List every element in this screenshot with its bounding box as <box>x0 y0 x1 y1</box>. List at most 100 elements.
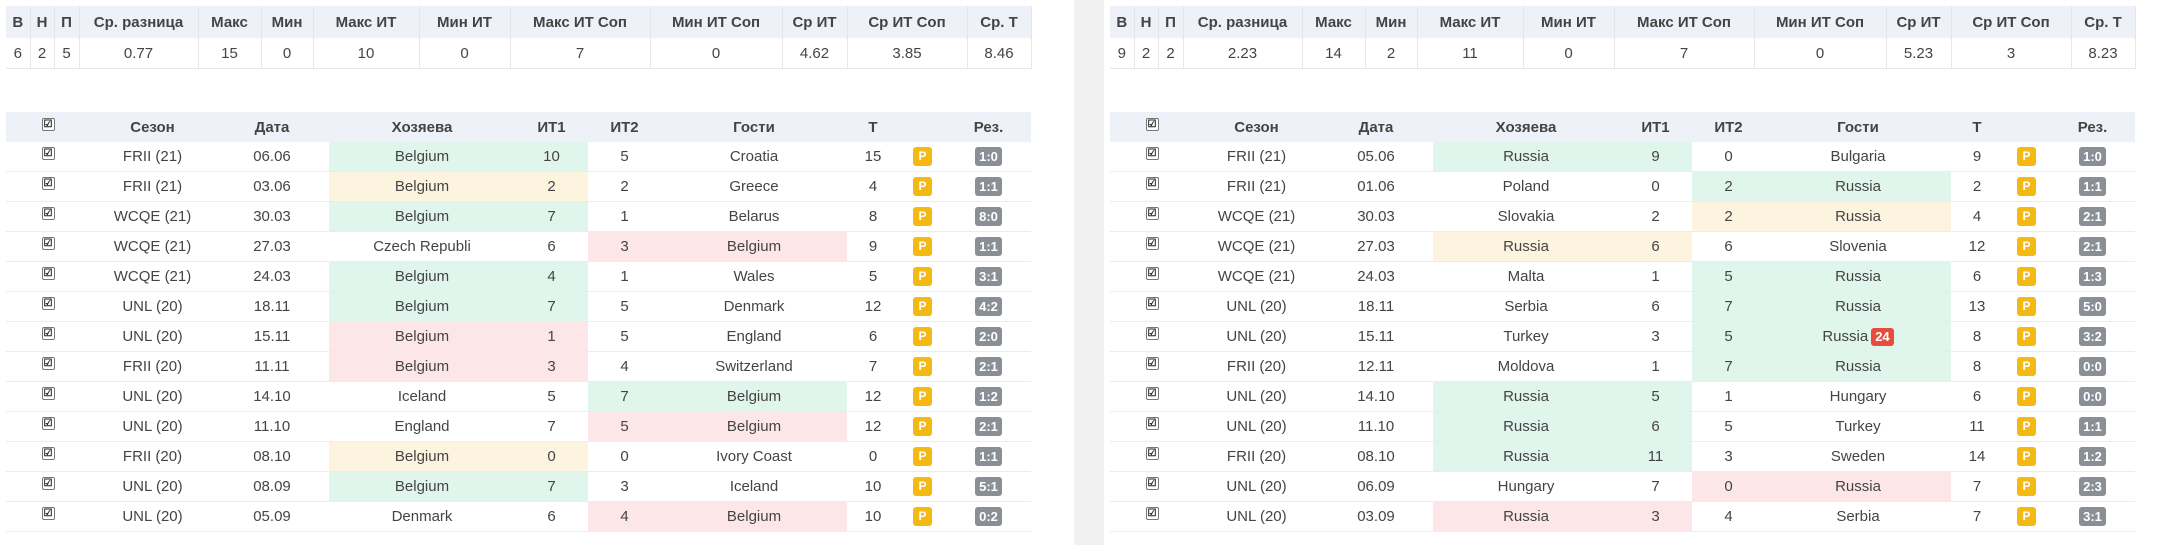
row-checkbox[interactable]: ☑ <box>41 147 55 160</box>
row-checkbox[interactable]: ☑ <box>41 297 55 310</box>
away-team-cell: Serbia <box>1765 501 1951 532</box>
row-checkbox[interactable]: ☑ <box>41 447 55 460</box>
p-badge[interactable]: P <box>2017 507 2036 526</box>
home-it-cell: 6 <box>515 501 588 532</box>
p-badge[interactable]: P <box>913 297 932 316</box>
p-badge[interactable]: P <box>913 387 932 406</box>
home-team-cell: Belgium <box>329 351 515 382</box>
row-checkbox[interactable]: ☑ <box>1145 387 1159 400</box>
p-badge[interactable]: P <box>913 177 932 196</box>
match-row[interactable]: ☑ FRII (21) 01.06 Poland 0 2 Russia 2 P 1:1 <box>1110 171 2135 202</box>
p-badge[interactable]: P <box>2017 177 2036 196</box>
row-checkbox[interactable]: ☑ <box>41 207 55 220</box>
stats-value: 10 <box>313 38 420 69</box>
total-cell: 2 <box>1951 171 2003 202</box>
match-row[interactable]: ☑ UNL (20) 15.11 Turkey 3 5 Russia 24 8 P 3:2 <box>1110 321 2135 352</box>
row-checkbox[interactable]: ☑ <box>41 237 55 250</box>
p-badge[interactable]: P <box>913 147 932 166</box>
match-row[interactable]: ☑ UNL (20) 03.09 Russia 3 4 Serbia 7 P 3:1 <box>1110 501 2135 532</box>
match-row[interactable]: ☑ UNL (20) 14.10 Iceland 5 7 Belgium 12 P 1:2 <box>6 381 1031 412</box>
select-all-checkbox[interactable]: ☑ <box>1145 117 1159 131</box>
away-it-cell: 2 <box>1692 171 1765 202</box>
match-row[interactable]: ☑ FRII (21) 03.06 Belgium 2 2 Greece 4 P 1:1 <box>6 171 1031 202</box>
match-row[interactable]: ☑ FRII (20) 12.11 Moldova 1 7 Russia 8 P 0:0 <box>1110 351 2135 382</box>
match-row[interactable]: ☑ WCQE (21) 30.03 Belgium 7 1 Belarus 8 P 8:0 <box>6 201 1031 232</box>
away-team-name: Belgium <box>726 418 782 435</box>
match-row[interactable]: ☑ UNL (20) 11.10 England 7 5 Belgium 12 P 2:1 <box>6 411 1031 442</box>
match-row[interactable]: ☑ WCQE (21) 30.03 Slovakia 2 2 Russia 4 P 2:1 <box>1110 201 2135 232</box>
p-badge[interactable]: P <box>913 507 932 526</box>
match-row[interactable]: ☑ UNL (20) 06.09 Hungary 7 0 Russia 7 P 2:3 <box>1110 471 2135 502</box>
row-checkbox[interactable]: ☑ <box>1145 147 1159 160</box>
p-badge[interactable]: P <box>913 267 932 286</box>
p-badge[interactable]: P <box>913 447 932 466</box>
p-badge[interactable]: P <box>2017 387 2036 406</box>
p-badge[interactable]: P <box>2017 297 2036 316</box>
row-checkbox[interactable]: ☑ <box>1145 477 1159 490</box>
stats-value: 7 <box>510 38 651 69</box>
p-badge[interactable]: P <box>2017 417 2036 436</box>
match-row[interactable]: ☑ UNL (20) 18.11 Belgium 7 5 Denmark 12 P 4:2 <box>6 291 1031 322</box>
match-row[interactable]: ☑ UNL (20) 14.10 Russia 5 1 Hungary 6 P 0:0 <box>1110 381 2135 412</box>
stats-value: 0 <box>1754 38 1887 69</box>
row-checkbox[interactable]: ☑ <box>1145 207 1159 220</box>
row-checkbox[interactable]: ☑ <box>1145 447 1159 460</box>
stats-header: Макс ИТ <box>1417 6 1524 38</box>
row-checkbox[interactable]: ☑ <box>1145 237 1159 250</box>
date-cell: 03.09 <box>1319 501 1433 532</box>
stats-header: П <box>1158 6 1184 38</box>
row-checkbox[interactable]: ☑ <box>41 387 55 400</box>
stats-header: Мин ИТ <box>419 6 511 38</box>
match-row[interactable]: ☑ FRII (21) 05.06 Russia 9 0 Bulgaria 9 P 1:0 <box>1110 142 2135 172</box>
p-badge[interactable]: P <box>913 207 932 226</box>
p-badge[interactable]: P <box>2017 327 2036 346</box>
home-it-cell: 6 <box>1619 291 1692 322</box>
match-row[interactable]: ☑ UNL (20) 05.09 Denmark 6 4 Belgium 10 P 0:2 <box>6 501 1031 532</box>
match-row[interactable]: ☑ UNL (20) 08.09 Belgium 7 3 Iceland 10 P 5:1 <box>6 471 1031 502</box>
row-checkbox[interactable]: ☑ <box>41 177 55 190</box>
row-checkbox[interactable]: ☑ <box>1145 327 1159 340</box>
match-row[interactable]: ☑ FRII (20) 08.10 Russia 11 3 Sweden 14 P 1:2 <box>1110 441 2135 472</box>
left-team-panel: В Н П Ср. разница Макс Мин Макс ИТ Мин ИТ Макс И… <box>0 0 1074 545</box>
row-checkbox[interactable]: ☑ <box>41 477 55 490</box>
p-badge[interactable]: P <box>913 477 932 496</box>
p-badge[interactable]: P <box>2017 147 2036 166</box>
match-row[interactable]: ☑ WCQE (21) 24.03 Malta 1 5 Russia 6 P 1:3 <box>1110 261 2135 292</box>
row-checkbox[interactable]: ☑ <box>1145 267 1159 280</box>
row-checkbox[interactable]: ☑ <box>1145 297 1159 310</box>
select-cell: ☑ <box>6 381 90 412</box>
match-row[interactable]: ☑ FRII (21) 06.06 Belgium 10 5 Croatia 15 P 1:0 <box>6 142 1031 172</box>
total-cell: 10 <box>847 471 899 502</box>
match-row[interactable]: ☑ WCQE (21) 27.03 Czech Republi 6 3 Belgium 9 P 1… <box>6 231 1031 262</box>
row-checkbox[interactable]: ☑ <box>41 507 55 520</box>
p-badge[interactable]: P <box>2017 357 2036 376</box>
row-checkbox[interactable]: ☑ <box>41 327 55 340</box>
p-badge[interactable]: P <box>2017 267 2036 286</box>
p-badge[interactable]: P <box>913 327 932 346</box>
match-row[interactable]: ☑ WCQE (21) 24.03 Belgium 4 1 Wales 5 P 3:1 <box>6 261 1031 292</box>
p-badge[interactable]: P <box>2017 207 2036 226</box>
match-row[interactable]: ☑ FRII (20) 08.10 Belgium 0 0 Ivory Coast 0 P 1:1 <box>6 441 1031 472</box>
row-checkbox[interactable]: ☑ <box>41 357 55 370</box>
row-checkbox[interactable]: ☑ <box>1145 507 1159 520</box>
row-checkbox[interactable]: ☑ <box>1145 177 1159 190</box>
match-row[interactable]: ☑ UNL (20) 11.10 Russia 6 5 Turkey 11 P 1:1 <box>1110 411 2135 442</box>
p-badge[interactable]: P <box>2017 477 2036 496</box>
p-badge[interactable]: P <box>2017 237 2036 256</box>
stats-header: Ср. разница <box>79 6 199 38</box>
stats-header: Ср ИТ <box>1886 6 1952 38</box>
p-badge[interactable]: P <box>913 237 932 256</box>
match-row[interactable]: ☑ FRII (20) 11.11 Belgium 3 4 Switzerland 7 P 2:1 <box>6 351 1031 382</box>
p-badge[interactable]: P <box>913 417 932 436</box>
match-row[interactable]: ☑ UNL (20) 18.11 Serbia 6 7 Russia 13 P 5:0 <box>1110 291 2135 322</box>
match-row[interactable]: ☑ WCQE (21) 27.03 Russia 6 6 Slovenia 12 P 2:1 <box>1110 231 2135 262</box>
row-checkbox[interactable]: ☑ <box>41 417 55 430</box>
row-checkbox[interactable]: ☑ <box>41 267 55 280</box>
p-badge[interactable]: P <box>2017 447 2036 466</box>
match-row[interactable]: ☑ UNL (20) 15.11 Belgium 1 5 England 6 P 2:0 <box>6 321 1031 352</box>
p-badge[interactable]: P <box>913 357 932 376</box>
row-checkbox[interactable]: ☑ <box>1145 357 1159 370</box>
row-checkbox[interactable]: ☑ <box>1145 417 1159 430</box>
select-all-checkbox[interactable]: ☑ <box>41 117 55 131</box>
stats-value: 2 <box>1158 38 1184 69</box>
